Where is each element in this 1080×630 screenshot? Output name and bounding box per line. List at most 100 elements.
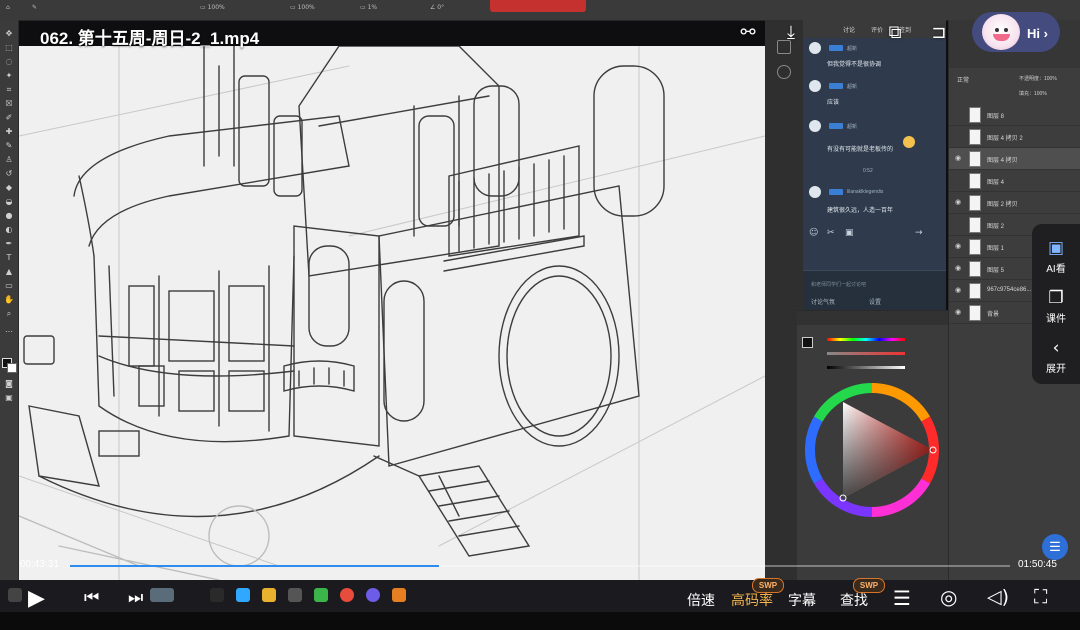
move-tool-icon[interactable]: ✥ [4,30,14,38]
hand-tool-icon[interactable]: ✋ [4,296,14,304]
photoshop-toolbar: ✥ ⬚ ◌ ✦ ⌗ ☒ ✐ ✚ ✎ ♙ ↺ ◆ ◒ ● ◐ ✒ T ▲ ▭ ✋ … [0,20,19,580]
zoom-tool-icon[interactable]: ⌕ [4,310,14,318]
fill-field[interactable]: 填充：100% [1019,90,1047,97]
visibility-eye-icon[interactable]: ◉ [955,308,961,316]
quick-mask-icon[interactable]: ◙ [4,380,14,388]
pen-tool-icon[interactable]: ✒ [4,240,14,248]
color-panel [797,310,948,581]
frame-tool-icon[interactable]: ☒ [4,100,14,108]
ai-watch-button[interactable]: ▣ AI看 [1032,238,1080,275]
taskbar-app-icon [314,588,328,602]
lasso-tool-icon[interactable]: ◌ [4,58,14,66]
courseware-label: 课件 [1046,314,1066,325]
chat-input-placeholder[interactable]: 和老师同学们一起讨论吧 [811,281,866,288]
courseware-icon: ❐ [1048,288,1064,308]
background-color-swatch[interactable] [7,363,17,373]
layer-thumbnail [969,261,981,277]
share-icon[interactable]: ⚯ [737,22,759,44]
crop-tool-icon[interactable]: ⌗ [4,86,14,94]
quality-button[interactable]: 高码率 [731,590,773,610]
color-wheel[interactable] [801,379,943,521]
layer-row[interactable]: ◉ 图层 2 拷贝 [949,192,1080,214]
discussion-mood-button[interactable]: 讨论气氛 [811,297,835,306]
emoji-picker-icon[interactable]: ☺ [809,228,818,238]
settings-button[interactable]: 设置 [869,297,881,306]
more-tools-icon[interactable]: … [4,326,14,334]
visibility-eye-icon[interactable]: ◉ [955,242,961,250]
tab-rating[interactable]: 评价 [871,25,883,34]
magic-wand-icon[interactable]: ✦ [4,72,14,80]
layer-name: 967c9754ce86... [987,287,1032,293]
total-duration: 01:50:45 [1018,559,1057,570]
scissors-icon[interactable]: ✂ [827,228,835,238]
layer-row[interactable]: 图层 4 [949,170,1080,192]
subtitle-button[interactable]: 字幕 [788,590,816,610]
marquee-tool-icon[interactable]: ⬚ [4,44,14,52]
layer-name: 背景 [987,312,1000,318]
chat-input-area[interactable]: 和老师同学们一起讨论吧 讨论气氛 设置 [803,270,946,311]
paint-bucket-icon[interactable]: ◒ [4,198,14,206]
brush-icon[interactable]: ✎ [4,142,14,150]
drawing-canvas[interactable] [19,46,765,580]
brightness-slider[interactable] [827,366,905,369]
courseware-button[interactable]: ❐ 课件 [1032,288,1080,325]
danmaku-icon[interactable]: ◎ [940,585,957,609]
next-icon[interactable]: ⏭ [128,588,143,608]
layer-name: 图层 2 [987,224,1005,230]
previous-icon[interactable]: ⏮ [84,588,99,608]
assistant-greeting[interactable]: Hi › [1027,26,1048,41]
download-icon[interactable]: ⤓ [780,22,802,44]
chevron-right-icon[interactable]: › [1044,26,1048,41]
comment-bubble-icon[interactable]: ☰ [1042,534,1068,560]
layer-name: 图层 2 拷贝 [987,202,1018,208]
layer-name: 图层 4 拷贝 [987,158,1018,164]
search-button[interactable]: 查找 [840,590,868,610]
send-arrow-icon[interactable]: → [915,228,923,238]
foreground-swatch[interactable] [802,337,813,348]
blur-tool-icon[interactable]: ● [4,212,14,220]
type-tool-icon[interactable]: T [4,254,14,262]
brush-tool-icon[interactable]: ✎ [32,4,37,11]
layer-name: 图层 5 [987,268,1005,274]
visibility-eye-icon[interactable]: ◉ [955,198,961,206]
saturation-slider[interactable] [827,352,905,355]
history-brush-icon[interactable]: ↺ [4,170,14,178]
playback-speed-button[interactable]: 倍速 [687,590,715,610]
eyedropper-icon[interactable]: ✐ [4,114,14,122]
ai-watch-label: AI看 [1046,264,1066,275]
rectangle-tool-icon[interactable]: ▭ [4,282,14,290]
path-select-icon[interactable]: ▲ [4,268,14,276]
image-icon[interactable]: ▣ [845,228,854,238]
assistant-greeting-text[interactable]: Hi [1027,26,1040,41]
progress-bar[interactable] [70,565,1010,567]
role-tag [829,45,843,51]
healing-brush-icon[interactable]: ✚ [4,128,14,136]
stamp-icon[interactable]: ♙ [4,156,14,164]
play-icon[interactable]: ▶ [28,586,45,611]
layer-thumbnail [969,283,981,299]
opacity-field[interactable]: 不透明度：100% [1019,75,1057,82]
assistant-avatar[interactable] [982,14,1020,50]
volume-icon[interactable]: ◁) [987,586,1009,608]
eraser-icon[interactable]: ◆ [4,184,14,192]
pop-out-window-icon[interactable]: ⊐ [928,22,950,44]
visibility-eye-icon[interactable]: ◉ [955,264,961,272]
adjustments-panel-icon[interactable] [777,65,791,79]
visibility-eye-icon[interactable]: ◉ [955,154,961,162]
visibility-eye-icon[interactable]: ◉ [955,286,961,294]
screen-mode-icon[interactable]: ▣ [4,394,14,402]
picture-in-picture-icon[interactable]: ⧉ [884,22,906,44]
tab-discussion[interactable]: 讨论 [843,25,855,34]
blend-mode-select[interactable]: 正常 [957,75,969,84]
playlist-icon[interactable]: ☰ [893,586,911,610]
layer-name: 图层 1 [987,246,1005,252]
hue-slider[interactable] [827,338,905,341]
video-title: 062. 第十五周-周日-2_1.mp4 [40,29,260,48]
expand-button[interactable]: ‹ 展开 [1032,338,1080,375]
layer-row[interactable]: 图层 8 [949,104,1080,126]
layer-row[interactable]: ◉ 图层 4 拷贝 [949,148,1080,170]
home-icon[interactable]: ⌂ [6,4,10,11]
dodge-tool-icon[interactable]: ◐ [4,226,14,234]
fullscreen-icon[interactable]: ⛶ [1034,586,1047,608]
layer-row[interactable]: 图层 4 拷贝 2 [949,126,1080,148]
